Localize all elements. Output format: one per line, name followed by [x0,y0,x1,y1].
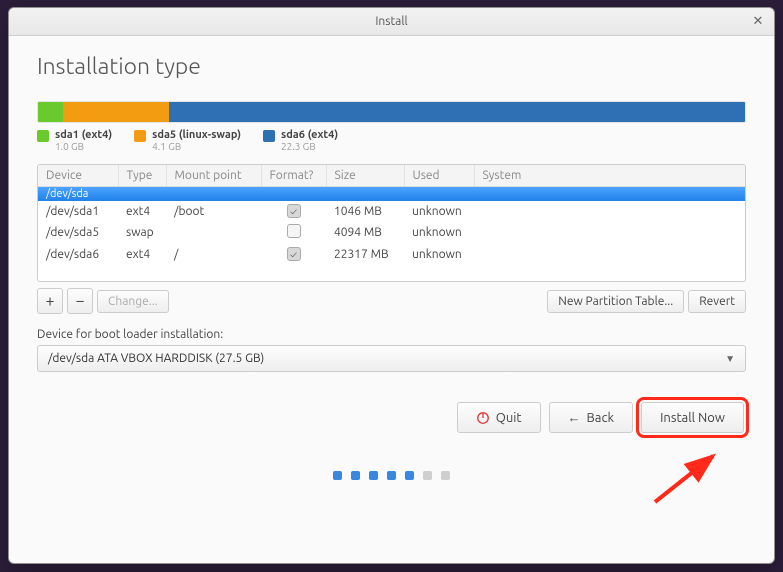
format-checkbox[interactable]: ✓ [287,247,301,261]
content: Installation type sda1 (ext4)1.0 GB sda5 … [9,36,774,563]
col-system[interactable]: System [474,165,745,187]
arrow-left-icon: ← [568,410,581,425]
legend-size: 22.3 GB [281,141,338,152]
cell-size: 22317 MB [326,244,404,264]
disk-header-row[interactable]: /dev/sda [38,187,745,202]
add-partition-button[interactable]: + [37,288,63,314]
back-label: Back [587,411,615,425]
col-type[interactable]: Type [118,165,166,187]
progress-dot [333,471,342,480]
legend-item: sda1 (ext4)1.0 GB [37,129,112,152]
progress-dot [441,471,450,480]
titlebar: Install ✕ [9,8,774,36]
cell-device: /dev/sda1 [38,201,118,221]
legend-label: sda1 (ext4) [55,129,112,141]
col-device[interactable]: Device [38,165,118,187]
install-now-button[interactable]: Install Now [641,402,744,433]
new-partition-table-button[interactable]: New Partition Table... [547,290,684,313]
progress-dot [387,471,396,480]
bootloader-value: /dev/sda ATA VBOX HARDDISK (27.5 GB) [48,352,264,365]
progress-dot [351,471,360,480]
cell-mount: /boot [166,201,261,221]
window-title: Install [375,15,407,28]
table-row[interactable]: /dev/sda6ext4/ ✓ 22317 MBunknown [38,244,745,264]
cell-format[interactable] [261,221,326,244]
cell-system [474,221,745,244]
col-used[interactable]: Used [404,165,474,187]
legend-size: 4.1 GB [152,141,241,152]
cell-used: unknown [404,221,474,244]
legend-swatch [134,130,146,142]
chevron-down-icon: ▼ [725,353,735,365]
cell-system [474,201,745,221]
cell-mount: / [166,244,261,264]
legend-swatch [37,130,49,142]
cell-type: swap [118,221,166,244]
cell-device: /dev/sda6 [38,244,118,264]
bootloader-label: Device for boot loader installation: [37,328,746,341]
partition-toolbar: + − Change... New Partition Table... Rev… [37,288,746,314]
nav-row: Quit ← Back Install Now [37,402,746,433]
cell-type: ext4 [118,201,166,221]
cell-size: 1046 MB [326,201,404,221]
format-checkbox[interactable]: ✓ [287,204,301,218]
disk-header-label: /dev/sda [38,187,745,202]
cell-type: ext4 [118,244,166,264]
progress-dot [423,471,432,480]
power-icon [476,411,490,425]
cell-mount [166,221,261,244]
table-row[interactable]: /dev/sda5swap 4094 MBunknown [38,221,745,244]
table-row[interactable]: /dev/sda1ext4/boot ✓ 1046 MBunknown [38,201,745,221]
cell-size: 4094 MB [326,221,404,244]
cell-used: unknown [404,201,474,221]
progress-dot [405,471,414,480]
change-partition-button[interactable]: Change... [97,290,169,313]
legend-label: sda6 (ext4) [281,129,338,141]
progress-dots [37,471,746,480]
partition-segment [38,102,63,122]
col-format[interactable]: Format? [261,165,326,187]
install-label: Install Now [660,411,725,425]
legend-item: sda5 (linux-swap)4.1 GB [134,129,241,152]
col-mount[interactable]: Mount point [166,165,261,187]
partition-segment [169,102,745,122]
cell-used: unknown [404,244,474,264]
install-window: Install ✕ Installation type sda1 (ext4)1… [8,7,775,564]
partition-table: Device Type Mount point Format? Size Use… [37,164,746,282]
legend-label: sda5 (linux-swap) [152,129,241,141]
col-size[interactable]: Size [326,165,404,187]
table-header-row: Device Type Mount point Format? Size Use… [38,165,745,187]
revert-button[interactable]: Revert [688,290,746,313]
legend-swatch [263,130,275,142]
cell-format[interactable]: ✓ [261,244,326,264]
cell-device: /dev/sda5 [38,221,118,244]
quit-label: Quit [496,411,522,425]
legend-size: 1.0 GB [55,141,112,152]
back-button[interactable]: ← Back [549,402,634,433]
partition-segment [63,102,168,122]
progress-dot [369,471,378,480]
partition-bar [37,101,746,123]
format-checkbox[interactable] [287,224,301,238]
quit-button[interactable]: Quit [457,402,541,433]
cell-system [474,244,745,264]
cell-format[interactable]: ✓ [261,201,326,221]
partition-legend: sda1 (ext4)1.0 GB sda5 (linux-swap)4.1 GB… [37,129,746,152]
bootloader-select[interactable]: /dev/sda ATA VBOX HARDDISK (27.5 GB) ▼ [37,345,746,372]
legend-item: sda6 (ext4)22.3 GB [263,129,338,152]
close-icon[interactable]: ✕ [750,13,766,29]
remove-partition-button[interactable]: − [67,288,93,314]
page-title: Installation type [37,54,746,79]
